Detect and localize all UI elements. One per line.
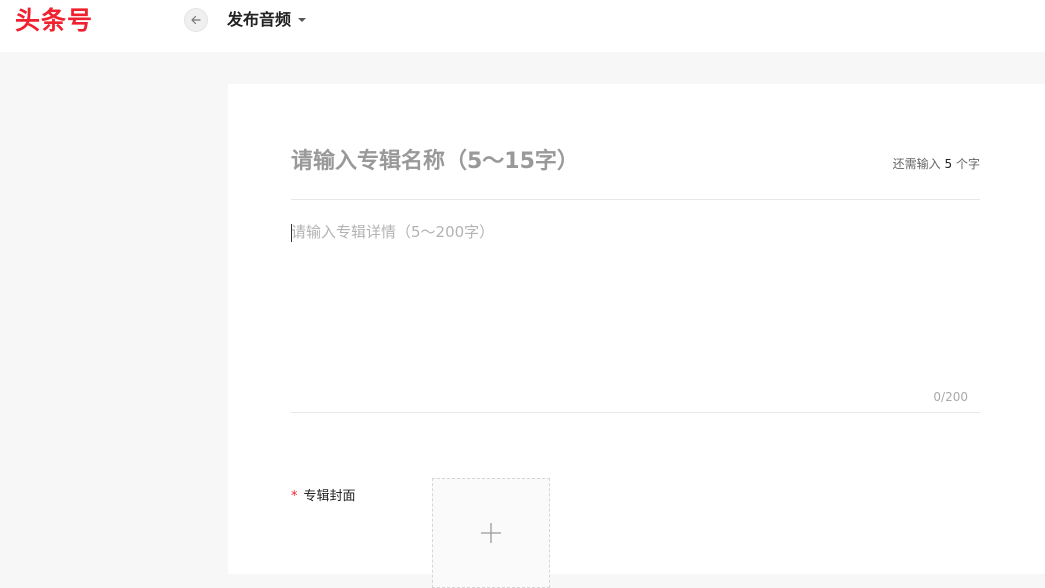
arrow-left-icon: [191, 15, 201, 25]
album-description-input[interactable]: [291, 222, 980, 382]
album-form-card: 还需输入 5 个字 0/200 * 专辑封面: [228, 84, 1045, 588]
page-title-dropdown[interactable]: 发布音频: [227, 9, 307, 31]
description-divider: [291, 412, 980, 413]
cover-field-label: * 专辑封面: [291, 485, 356, 504]
remaining-suffix: 个字: [955, 157, 980, 171]
caret-down-icon: [298, 18, 307, 22]
cover-label-text: 专辑封面: [303, 489, 356, 504]
title-divider: [291, 199, 980, 200]
top-header: 头条号 发布音频: [0, 0, 1045, 52]
remaining-count: 5: [944, 157, 953, 171]
title-remaining-hint: 还需输入 5 个字: [893, 155, 980, 172]
back-button[interactable]: [184, 8, 208, 32]
required-mark: *: [291, 489, 298, 504]
page-title: 发布音频: [227, 10, 292, 29]
toutiao-logo[interactable]: 头条号: [15, 6, 93, 36]
album-title-input[interactable]: [291, 144, 851, 178]
description-char-counter: 0/200: [933, 390, 968, 404]
cover-upload-button[interactable]: [432, 478, 550, 588]
remaining-prefix: 还需输入: [892, 157, 941, 171]
text-cursor: [291, 224, 292, 242]
plus-icon: [481, 523, 501, 543]
